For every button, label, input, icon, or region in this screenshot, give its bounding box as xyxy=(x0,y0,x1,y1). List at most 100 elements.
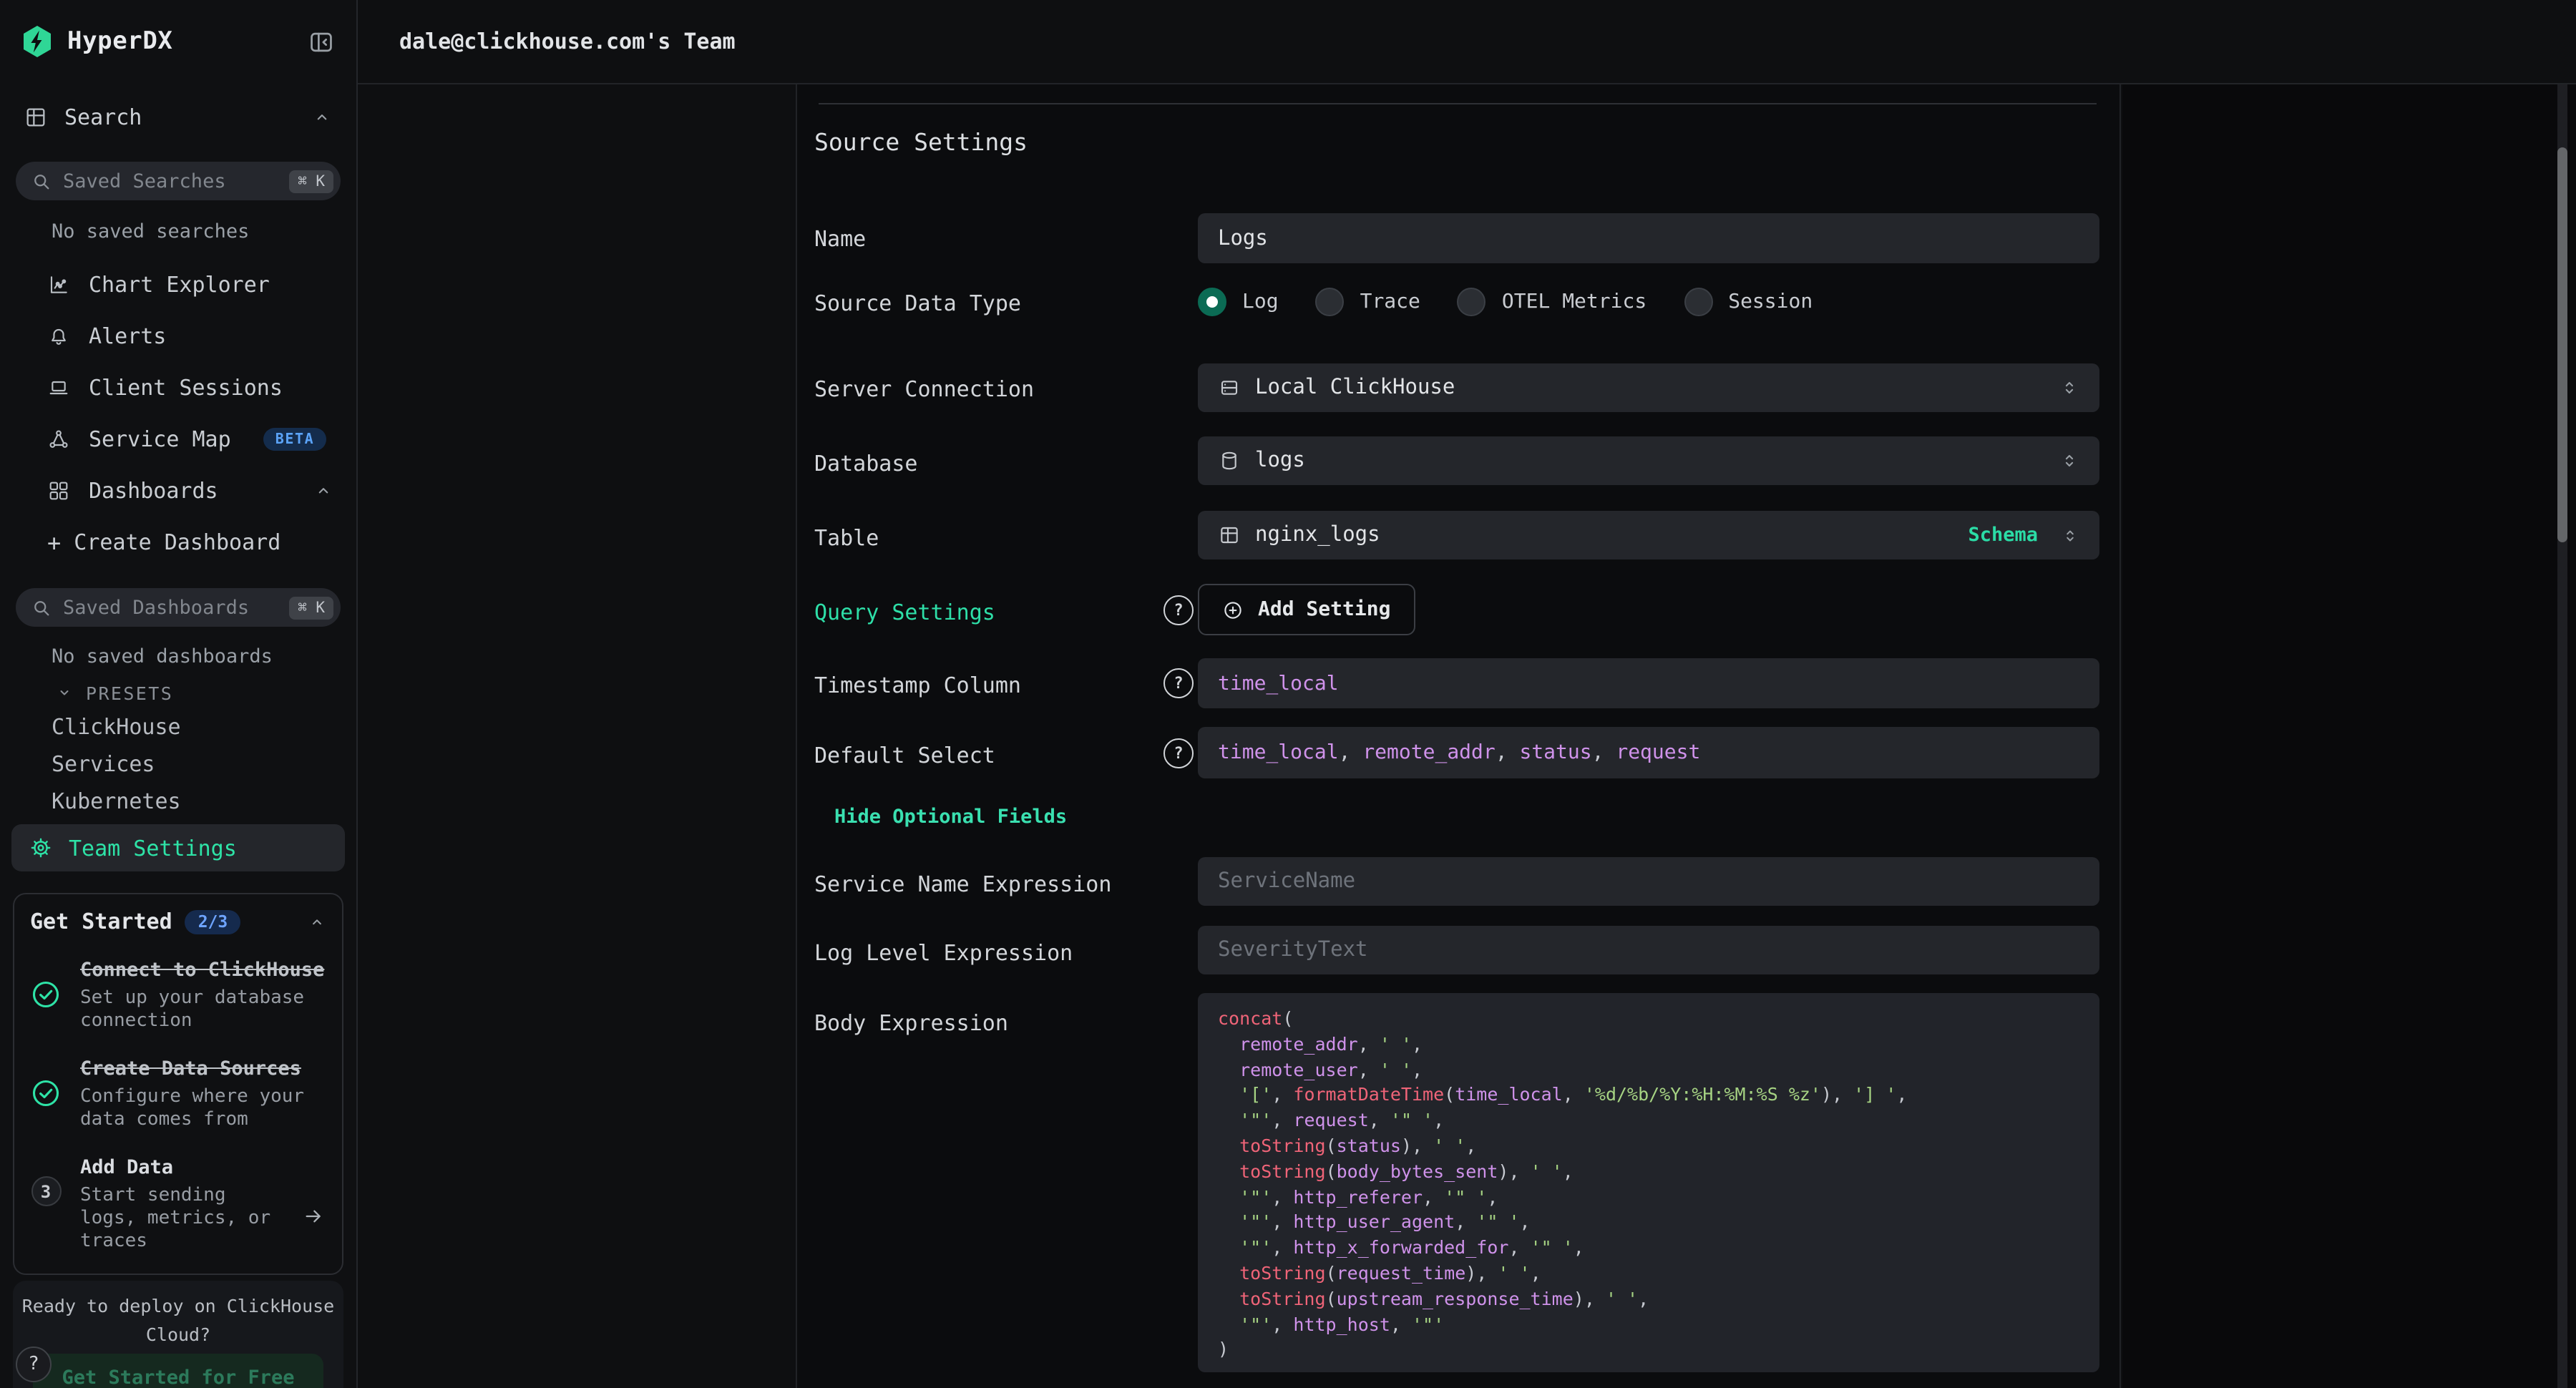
saved-dashboards-input[interactable]: Saved Dashboards ⌘ K xyxy=(16,588,341,627)
preset-item-services[interactable]: Services xyxy=(0,746,356,783)
service-name-input[interactable]: ServiceName xyxy=(1198,857,2099,906)
server-connection-label: Server Connection xyxy=(814,376,1034,402)
body-expression-editor[interactable]: concat( remote_addr, ' ', remote_user, '… xyxy=(1198,993,2099,1372)
radio-dot xyxy=(1198,288,1226,316)
source-data-type-radios: Log Trace OTEL Metrics Session xyxy=(1198,288,1813,316)
server-connection-select[interactable]: Local ClickHouse xyxy=(1198,363,2099,412)
name-input[interactable]: Logs xyxy=(1198,213,2099,263)
code-line: remote_user, ' ', xyxy=(1218,1057,2079,1082)
chevron-up-icon xyxy=(308,912,326,931)
get-started-step-2[interactable]: Create Data Sources Configure where your… xyxy=(30,1057,326,1132)
step-desc: Set up your database connection xyxy=(80,987,326,1033)
radio-session[interactable]: Session xyxy=(1684,288,1813,316)
sidebar-item-alerts[interactable]: Alerts xyxy=(0,311,356,362)
sidebar-item-team-settings[interactable]: Team Settings xyxy=(11,824,345,871)
database-value: logs xyxy=(1255,449,1305,472)
team-name-title: dale@clickhouse.com's Team xyxy=(399,29,736,54)
schema-button[interactable]: Schema xyxy=(1968,524,2038,547)
logo-row: HyperDX xyxy=(0,0,356,83)
search-section-label: Search xyxy=(64,104,142,130)
sidebar-item-label: Client Sessions xyxy=(89,375,283,401)
timestamp-column-input[interactable]: time_local xyxy=(1198,658,2099,708)
app-title: HyperDX xyxy=(67,27,173,56)
code-line: '[', formatDateTime(time_local, '%d/%b/%… xyxy=(1218,1082,2079,1108)
saved-searches-input[interactable]: Saved Searches ⌘ K xyxy=(16,162,341,200)
collapse-sidebar-icon[interactable] xyxy=(308,28,335,55)
server-connection-value: Local ClickHouse xyxy=(1255,376,1455,399)
service-name-label: Service Name Expression xyxy=(814,871,1111,897)
radio-trace[interactable]: Trace xyxy=(1316,288,1420,316)
radio-otel-metrics[interactable]: OTEL Metrics xyxy=(1458,288,1646,316)
page-title: Source Settings xyxy=(814,129,1028,156)
get-started-panel: Get Started 2/3 Connect to ClickHouse Se… xyxy=(13,893,343,1275)
search-icon xyxy=(31,171,52,191)
default-select-help-icon[interactable]: ? xyxy=(1163,738,1194,768)
chevron-up-icon xyxy=(312,107,332,127)
beta-badge: BETA xyxy=(264,428,326,451)
default-select-input[interactable]: time_local, remote_addr, status, request xyxy=(1198,727,2099,778)
get-started-step-1[interactable]: Connect to ClickHouse Set up your databa… xyxy=(30,959,326,1033)
chart-icon xyxy=(47,273,70,296)
step-desc: Start sending logs, metrics, or traces xyxy=(80,1185,292,1253)
log-level-input[interactable]: SeverityText xyxy=(1198,926,2099,974)
code-line: remote_addr, ' ', xyxy=(1218,1032,2079,1057)
sidebar-item-service-map[interactable]: Service Map BETA xyxy=(0,414,356,465)
chevron-down-icon xyxy=(56,684,73,701)
cloud-cta-line2: Cloud? xyxy=(21,1321,335,1349)
get-started-step-3[interactable]: 3 Add Data Start sending logs, metrics, … xyxy=(30,1156,326,1253)
scrollbar-thumb[interactable] xyxy=(2557,147,2567,542)
hyperdx-logo-icon xyxy=(20,24,54,59)
default-select-label: Default Select xyxy=(814,743,995,768)
sidebar-item-label: Service Map xyxy=(89,426,231,452)
get-started-free-button[interactable]: Get Started for Free xyxy=(33,1354,323,1388)
saved-searches-placeholder: Saved Searches xyxy=(63,170,226,192)
step-desc: Configure where your data comes from xyxy=(80,1086,326,1132)
team-settings-label: Team Settings xyxy=(69,835,237,861)
check-circle-icon xyxy=(30,979,62,1033)
section-divider xyxy=(819,103,2097,104)
sidebar-item-label: Dashboards xyxy=(89,478,218,504)
table-label: Table xyxy=(814,525,879,551)
code-line: '"', http_user_agent, '" ', xyxy=(1218,1210,2079,1236)
default-select-value: time_local, remote_addr, status, request xyxy=(1218,741,1700,764)
radio-log[interactable]: Log xyxy=(1198,288,1279,316)
query-settings-label: Query Settings xyxy=(814,600,995,625)
presets-toggle[interactable]: PRESETS xyxy=(0,677,356,708)
database-select[interactable]: logs xyxy=(1198,436,2099,485)
table-select[interactable]: nginx_logs Schema xyxy=(1198,511,2099,559)
add-setting-button[interactable]: Add Setting xyxy=(1198,584,1415,635)
code-line: toString(body_bytes_sent), ' ', xyxy=(1218,1159,2079,1185)
sidebar-nav: Chart Explorer Alerts Client Sessions xyxy=(0,259,356,517)
saved-dashboards-placeholder: Saved Dashboards xyxy=(63,596,249,619)
timestamp-column-label: Timestamp Column xyxy=(814,673,1021,698)
radio-dot xyxy=(1458,288,1486,316)
hyperdx-app: HyperDX Search xyxy=(0,0,2576,1388)
plus-icon: + xyxy=(47,529,61,556)
create-dashboard-button[interactable]: + Create Dashboard xyxy=(0,517,356,568)
no-saved-dashboards-note: No saved dashboards xyxy=(52,645,356,668)
shortcut-badge: ⌘ K xyxy=(289,170,333,192)
name-label: Name xyxy=(814,226,866,252)
preset-item-kubernetes[interactable]: Kubernetes xyxy=(0,783,356,820)
database-icon xyxy=(1218,449,1241,472)
sidebar-item-chart-explorer[interactable]: Chart Explorer xyxy=(0,259,356,311)
sidebar-item-client-sessions[interactable]: Client Sessions xyxy=(0,362,356,414)
help-button[interactable]: ? xyxy=(16,1347,52,1382)
sidebar-item-label: Alerts xyxy=(89,323,166,349)
log-level-label: Log Level Expression xyxy=(814,940,1073,966)
hide-optional-fields-link[interactable]: Hide Optional Fields xyxy=(834,806,1067,829)
code-line: ) xyxy=(1218,1337,2079,1363)
get-started-header[interactable]: Get Started 2/3 xyxy=(30,909,326,934)
dashboards-grid-icon xyxy=(47,479,70,502)
body-expression-label: Body Expression xyxy=(814,1010,1008,1036)
sidebar-section-dashboards[interactable]: Dashboards xyxy=(0,465,356,517)
query-settings-help-icon[interactable]: ? xyxy=(1163,595,1194,625)
preset-item-clickhouse[interactable]: ClickHouse xyxy=(0,708,356,746)
chevron-up-icon xyxy=(313,481,333,501)
code-line: concat( xyxy=(1218,1006,2079,1032)
sidebar-section-search[interactable]: Search xyxy=(0,92,356,143)
radio-dot xyxy=(1684,288,1712,316)
code-line: toString(request_time), ' ', xyxy=(1218,1261,2079,1286)
timestamp-help-icon[interactable]: ? xyxy=(1163,668,1194,698)
plus-circle-icon xyxy=(1222,599,1244,620)
